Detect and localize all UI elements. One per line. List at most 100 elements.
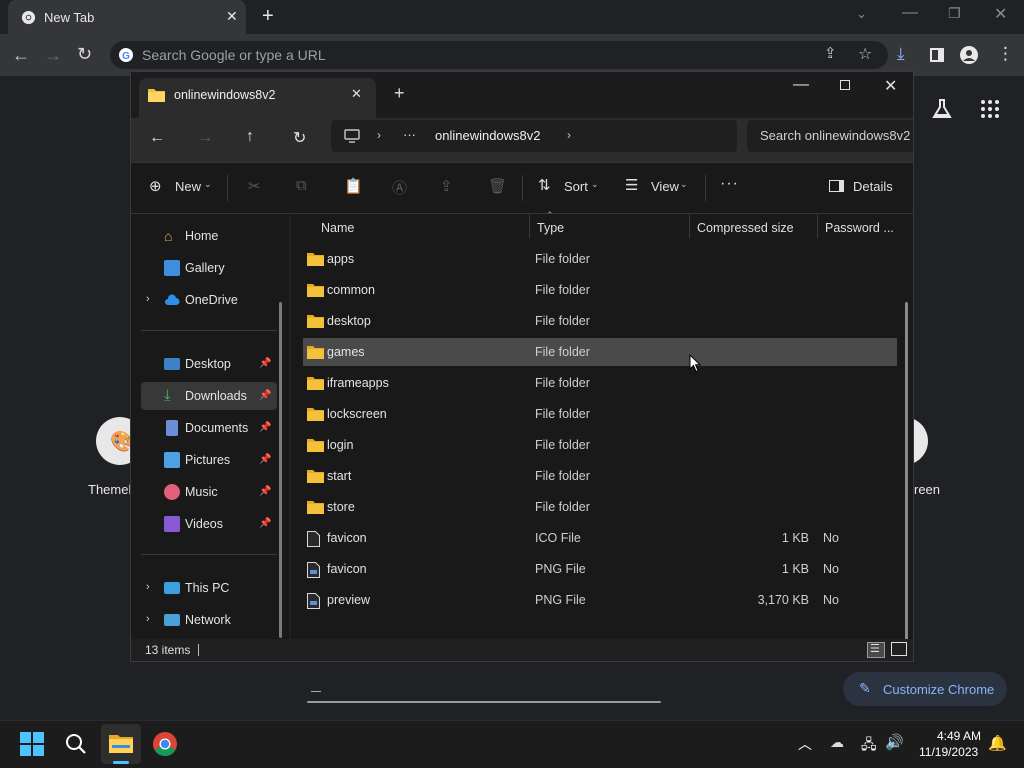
expand-chevron-icon[interactable]: › — [146, 613, 150, 625]
reload-icon[interactable]: ↻ — [77, 44, 92, 65]
nav-item-gallery[interactable]: Gallery — [141, 254, 277, 282]
bookmark-star-icon[interactable]: ☆ — [858, 44, 872, 64]
file-row[interactable]: iframeapps File folder — [303, 369, 897, 397]
close-tab-icon[interactable]: ✕ — [226, 8, 238, 25]
nav-item-desktop[interactable]: Desktop 📌 — [141, 350, 277, 378]
network-tray-icon[interactable]: 🖧 — [861, 734, 877, 758]
column-divider[interactable] — [817, 214, 818, 238]
expand-chevron-icon[interactable]: › — [146, 581, 150, 593]
tiles-view-toggle[interactable] — [891, 642, 907, 656]
nav-item-onedrive[interactable]: › OneDrive — [141, 286, 277, 314]
file-row[interactable]: games File folder — [303, 338, 897, 366]
notification-bell-icon[interactable]: 🔔 — [988, 734, 1007, 752]
pin-icon[interactable]: 📌 — [259, 358, 271, 369]
sort-button[interactable]: ⇅ Sort ⌄ — [538, 176, 600, 200]
explorer-minimize-icon[interactable]: — — [793, 76, 809, 94]
close-tab-icon[interactable]: ✕ — [351, 86, 362, 102]
pin-icon[interactable]: 📌 — [259, 518, 271, 529]
copy-icon[interactable]: ⧉ — [296, 177, 307, 194]
file-row[interactable]: login File folder — [303, 431, 897, 459]
more-options-button[interactable]: ··· — [720, 175, 739, 193]
nav-scrollbar[interactable] — [279, 302, 282, 638]
explorer-up-icon[interactable]: ↑ — [246, 128, 254, 146]
column-header-name[interactable]: Name — [321, 221, 354, 235]
vertical-scrollbar[interactable] — [905, 302, 908, 658]
close-window-icon[interactable]: ✕ — [994, 4, 1007, 24]
apps-grid-icon[interactable] — [980, 99, 1000, 119]
file-row[interactable]: lockscreen File folder — [303, 400, 897, 428]
column-header-password[interactable]: Password ... — [825, 221, 894, 235]
nav-item-network[interactable]: › Network — [141, 606, 277, 634]
paste-icon[interactable]: 📋 — [344, 177, 363, 195]
file-row[interactable]: store File folder — [303, 493, 897, 521]
nav-item-videos[interactable]: Videos 📌 — [141, 510, 277, 538]
share-icon[interactable]: ⇪ — [824, 44, 837, 62]
downloads-icon[interactable]: ⤓ — [897, 44, 905, 64]
taskbar-time[interactable]: 4:49 AM — [937, 729, 981, 743]
column-header-compressed-size[interactable]: Compressed size — [697, 221, 794, 235]
new-button[interactable]: ⊕ New ⌄ — [149, 176, 215, 200]
side-panel-icon[interactable] — [930, 48, 944, 62]
column-divider[interactable] — [529, 214, 530, 238]
minimize-icon[interactable]: — — [902, 4, 918, 22]
column-divider[interactable] — [689, 214, 690, 238]
pin-icon[interactable]: 📌 — [259, 390, 271, 401]
explorer-search-box[interactable]: Search onlinewindows8v2 — [747, 120, 913, 152]
labs-flask-icon[interactable] — [931, 98, 953, 120]
file-row[interactable]: common File folder — [303, 276, 897, 304]
taskbar-date[interactable]: 11/19/2023 — [919, 745, 978, 759]
chrome-taskbar-icon[interactable] — [153, 732, 177, 756]
explorer-address-bar[interactable]: › ··· onlinewindows8v2 › — [331, 120, 737, 152]
nav-item-music[interactable]: Music 📌 — [141, 478, 277, 506]
new-tab-button[interactable]: + — [262, 5, 274, 28]
explorer-back-icon[interactable]: ← — [149, 129, 165, 147]
explorer-refresh-icon[interactable]: ↻ — [293, 128, 306, 148]
profile-icon[interactable] — [960, 46, 978, 64]
volume-icon[interactable]: 🔊 — [885, 733, 904, 751]
windows-start-icon[interactable] — [20, 732, 44, 756]
tray-overflow-icon[interactable]: ︿ — [798, 734, 812, 754]
pin-icon[interactable]: 📌 — [259, 454, 271, 465]
forward-icon[interactable]: → — [44, 45, 62, 66]
cut-icon[interactable]: ✂ — [248, 177, 261, 195]
omnibox[interactable]: G Search Google or type a URL ⇪ ☆ — [110, 41, 888, 69]
explorer-tab[interactable]: onlinewindows8v2 ✕ — [139, 78, 376, 118]
onedrive-tray-icon[interactable]: ☁ — [830, 734, 844, 751]
chrome-tab-new-tab[interactable]: New Tab ✕ — [8, 0, 246, 34]
taskbar-explorer-button[interactable] — [101, 724, 141, 764]
chrome-menu-icon[interactable]: ⋮ — [997, 44, 1014, 64]
nav-item-home[interactable]: ⌂ Home — [141, 222, 277, 250]
breadcrumb-chevron-icon[interactable]: › — [567, 128, 571, 142]
nav-item-pictures[interactable]: Pictures 📌 — [141, 446, 277, 474]
file-row[interactable]: favicon PNG File 1 KB No — [303, 555, 897, 583]
search-icon[interactable] — [65, 733, 87, 755]
file-row[interactable]: desktop File folder — [303, 307, 897, 335]
tab-search-icon[interactable]: ⌄ — [856, 6, 867, 22]
breadcrumb-more[interactable]: ··· — [403, 127, 416, 142]
nav-item-documents[interactable]: Documents 📌 — [141, 414, 277, 442]
details-view-toggle[interactable]: ☰ — [867, 642, 885, 658]
nav-item-downloads[interactable]: ⤓ Downloads 📌 — [141, 382, 277, 410]
column-header-type[interactable]: Type — [537, 221, 564, 235]
share-icon[interactable]: ⇪ — [440, 177, 453, 195]
expand-chevron-icon[interactable]: › — [146, 293, 150, 305]
horizontal-scrollbar[interactable] — [307, 701, 661, 703]
restore-icon[interactable]: ❐ — [948, 5, 961, 22]
view-button[interactable]: ☰ View ⌄ — [625, 176, 691, 200]
explorer-new-tab-button[interactable]: + — [394, 83, 405, 104]
pin-icon[interactable]: 📌 — [259, 486, 271, 497]
file-row[interactable]: favicon ICO File 1 KB No — [303, 524, 897, 552]
file-row[interactable]: preview PNG File 3,170 KB No — [303, 586, 897, 614]
nav-item-this-pc[interactable]: › This PC — [141, 574, 277, 602]
explorer-maximize-icon[interactable] — [840, 80, 850, 90]
details-pane-button[interactable]: Details — [829, 176, 893, 200]
shortcut-left-label[interactable]: Themel — [88, 482, 131, 497]
explorer-close-icon[interactable]: ✕ — [884, 76, 897, 96]
explorer-forward-icon[interactable]: → — [197, 129, 213, 147]
delete-icon[interactable]: 🗑 — [488, 177, 507, 195]
file-row[interactable]: apps File folder — [303, 245, 897, 273]
rename-icon[interactable]: Ⓐ — [392, 177, 407, 198]
pin-icon[interactable]: 📌 — [259, 422, 271, 433]
customize-chrome-button[interactable]: ✎ Customize Chrome — [843, 672, 1007, 706]
shortcut-right-label[interactable]: reen — [914, 482, 940, 497]
